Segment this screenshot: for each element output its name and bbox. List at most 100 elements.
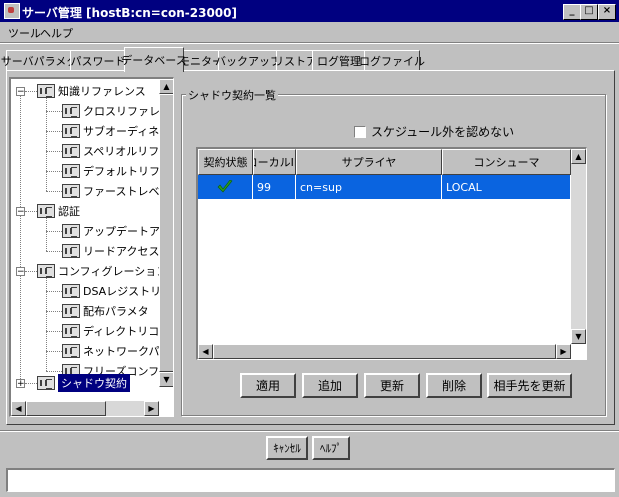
tab-password[interactable]: パスワード xyxy=(70,50,126,71)
tree-node-subordinate[interactable]: サブオーディネート xyxy=(62,122,173,140)
expand-toggle[interactable]: + xyxy=(16,379,25,389)
tree-node-label: 配布パラメタ xyxy=(83,305,149,318)
tab-server-params[interactable]: サーバパラメタ xyxy=(1,50,77,71)
tree-line xyxy=(46,131,62,132)
table-hscroll[interactable]: ◀ ▶ xyxy=(198,344,571,359)
tree-node-dsa-registry[interactable]: DSAレジストリ xyxy=(62,282,161,300)
server-icon xyxy=(37,264,55,278)
footer-divider-light xyxy=(0,431,619,432)
tree-node-label: 認証 xyxy=(58,205,80,218)
tree-node-shadow-contract[interactable]: シャドウ契約 xyxy=(37,374,130,392)
server-icon xyxy=(37,204,55,218)
group-title: シャドウ契約一覧 xyxy=(186,87,278,103)
column-header-consumer[interactable]: コンシューマ xyxy=(442,149,571,175)
tree-node-read-access[interactable]: リードアクセス制限 xyxy=(62,242,173,260)
schedule-checkbox[interactable] xyxy=(354,125,366,138)
tree-line xyxy=(46,331,62,332)
tree-line xyxy=(46,231,62,232)
window-title: サーバ管理 [hostB:cn=con-23000] xyxy=(22,6,237,20)
tree-line xyxy=(46,171,62,172)
column-header-status[interactable]: 契約状態 xyxy=(198,149,253,175)
server-icon xyxy=(37,376,55,390)
tree-hscroll-thumb[interactable] xyxy=(26,401,106,416)
collapse-toggle[interactable]: − xyxy=(16,267,25,277)
cancel-button[interactable]: ｷｬﾝｾﾙ xyxy=(266,436,308,460)
tree-node-superior-ref[interactable]: スペリオルリファレン xyxy=(62,142,173,160)
tab-log-management[interactable]: ログ管理 xyxy=(312,50,366,71)
tree-node-auth[interactable]: 認証 xyxy=(37,202,80,220)
menu-help[interactable]: ヘルプ xyxy=(40,25,73,41)
close-button[interactable]: × xyxy=(598,4,616,20)
status-bar xyxy=(6,468,615,492)
add-button[interactable]: 追加 xyxy=(302,373,358,398)
tree-line xyxy=(25,383,37,384)
consumer-cell: LOCAL xyxy=(442,175,571,199)
apply-button[interactable]: 適用 xyxy=(240,373,296,398)
scroll-right-arrow-icon[interactable]: ▶ xyxy=(144,401,159,416)
maximize-button[interactable]: □ xyxy=(580,4,598,20)
tree-node-network-params[interactable]: ネットワークパラメタ xyxy=(62,342,173,360)
tree-vscroll-thumb[interactable] xyxy=(159,94,173,372)
delete-button[interactable]: 削除 xyxy=(426,373,482,398)
menu-tools[interactable]: ツール xyxy=(8,25,41,41)
help-button[interactable]: ﾍﾙﾌﾟ xyxy=(312,436,350,460)
collapse-toggle[interactable]: − xyxy=(16,207,25,217)
update-button[interactable]: 更新 xyxy=(364,373,420,398)
server-icon xyxy=(62,184,80,198)
tree-line xyxy=(46,217,47,251)
server-icon xyxy=(62,104,80,118)
tab-database[interactable]: データベース xyxy=(121,47,187,72)
tree-node-cross-ref[interactable]: クロスリファレンス xyxy=(62,102,173,120)
scroll-left-arrow-icon[interactable]: ◀ xyxy=(198,344,213,359)
tab-backup[interactable]: バックアップ xyxy=(215,50,281,71)
scroll-up-arrow-icon[interactable]: ▲ xyxy=(159,79,173,94)
tree-line xyxy=(46,111,62,112)
scroll-down-arrow-icon[interactable]: ▼ xyxy=(571,329,586,344)
tree-line xyxy=(25,91,37,92)
tree-node-label: コンフィグレーション xyxy=(58,265,168,278)
server-icon xyxy=(62,244,80,258)
server-icon xyxy=(62,224,80,238)
tree-node-first-level-ref[interactable]: ファーストレベルリフ xyxy=(62,182,173,200)
tree-vscroll[interactable]: ▲ ▼ xyxy=(159,79,173,387)
tree-node-label: DSAレジストリ xyxy=(83,285,162,298)
tree-line xyxy=(46,191,62,192)
server-icon xyxy=(62,164,80,178)
tree-line xyxy=(20,91,21,383)
tree-line xyxy=(25,211,37,212)
minimize-button[interactable]: _ xyxy=(563,4,581,20)
menu-bar: ツール ヘルプ xyxy=(0,22,619,42)
table-vscroll[interactable]: ▲ ▼ xyxy=(571,149,586,344)
tree-line xyxy=(46,251,62,252)
checkmark-icon xyxy=(217,180,233,193)
menu-divider-light xyxy=(0,43,619,44)
contract-table[interactable]: 契約状態 ローカルID サプライヤ コンシューマ 99 cn=sup LOCAL… xyxy=(196,147,587,360)
tree-view[interactable]: − 知識リファレンス クロスリファレンス サブオーディネート スペリオルリファレ… xyxy=(9,77,174,417)
table-hscroll-thumb[interactable] xyxy=(213,344,556,359)
update-partner-button[interactable]: 相手先を更新 xyxy=(487,373,572,398)
tree-hscroll[interactable]: ◀ ▶ xyxy=(11,401,159,416)
tab-restore[interactable]: リストア xyxy=(273,50,317,71)
tree-line xyxy=(46,371,62,372)
scroll-right-arrow-icon[interactable]: ▶ xyxy=(556,344,571,359)
tab-log-file[interactable]: ログファイル xyxy=(359,50,425,71)
tree-node-knowledge-ref[interactable]: 知識リファレンス xyxy=(37,82,146,100)
tree-node-configuration[interactable]: コンフィグレーション xyxy=(37,262,167,280)
schedule-checkbox-row[interactable]: スケジュール外を認めない xyxy=(354,123,514,140)
tree-node-distribution-params[interactable]: 配布パラメタ xyxy=(62,302,149,320)
column-header-supplier[interactable]: サプライヤ xyxy=(296,149,442,175)
local-id-cell: 99 xyxy=(253,175,296,199)
tree-node-directory-config[interactable]: ディレクトリコンフィ xyxy=(62,322,173,340)
tree-line xyxy=(46,151,62,152)
scroll-down-arrow-icon[interactable]: ▼ xyxy=(159,372,173,387)
tree-node-label: 知識リファレンス xyxy=(58,85,146,98)
tree-line xyxy=(46,351,62,352)
tree-node-default-ref[interactable]: デフォルトリファレル xyxy=(62,162,173,180)
scroll-up-arrow-icon[interactable]: ▲ xyxy=(571,149,586,164)
server-icon xyxy=(62,344,80,358)
server-icon xyxy=(62,284,80,298)
scroll-left-arrow-icon[interactable]: ◀ xyxy=(11,401,26,416)
column-header-local-id[interactable]: ローカルID xyxy=(253,149,296,175)
collapse-toggle[interactable]: − xyxy=(16,87,25,97)
tree-node-update-access[interactable]: アップデートアクセ xyxy=(62,222,173,240)
